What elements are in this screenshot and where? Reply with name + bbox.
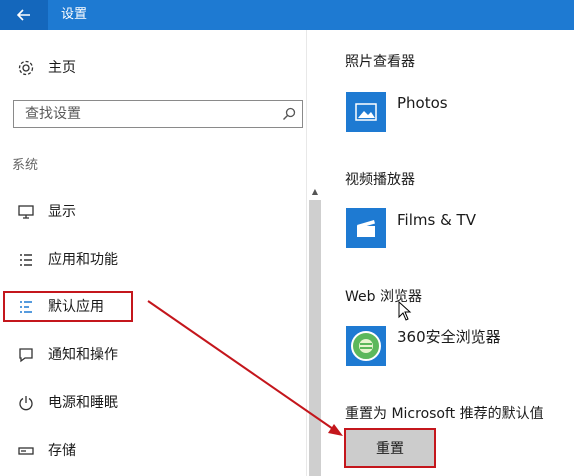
annotation-arrow (147, 300, 343, 436)
